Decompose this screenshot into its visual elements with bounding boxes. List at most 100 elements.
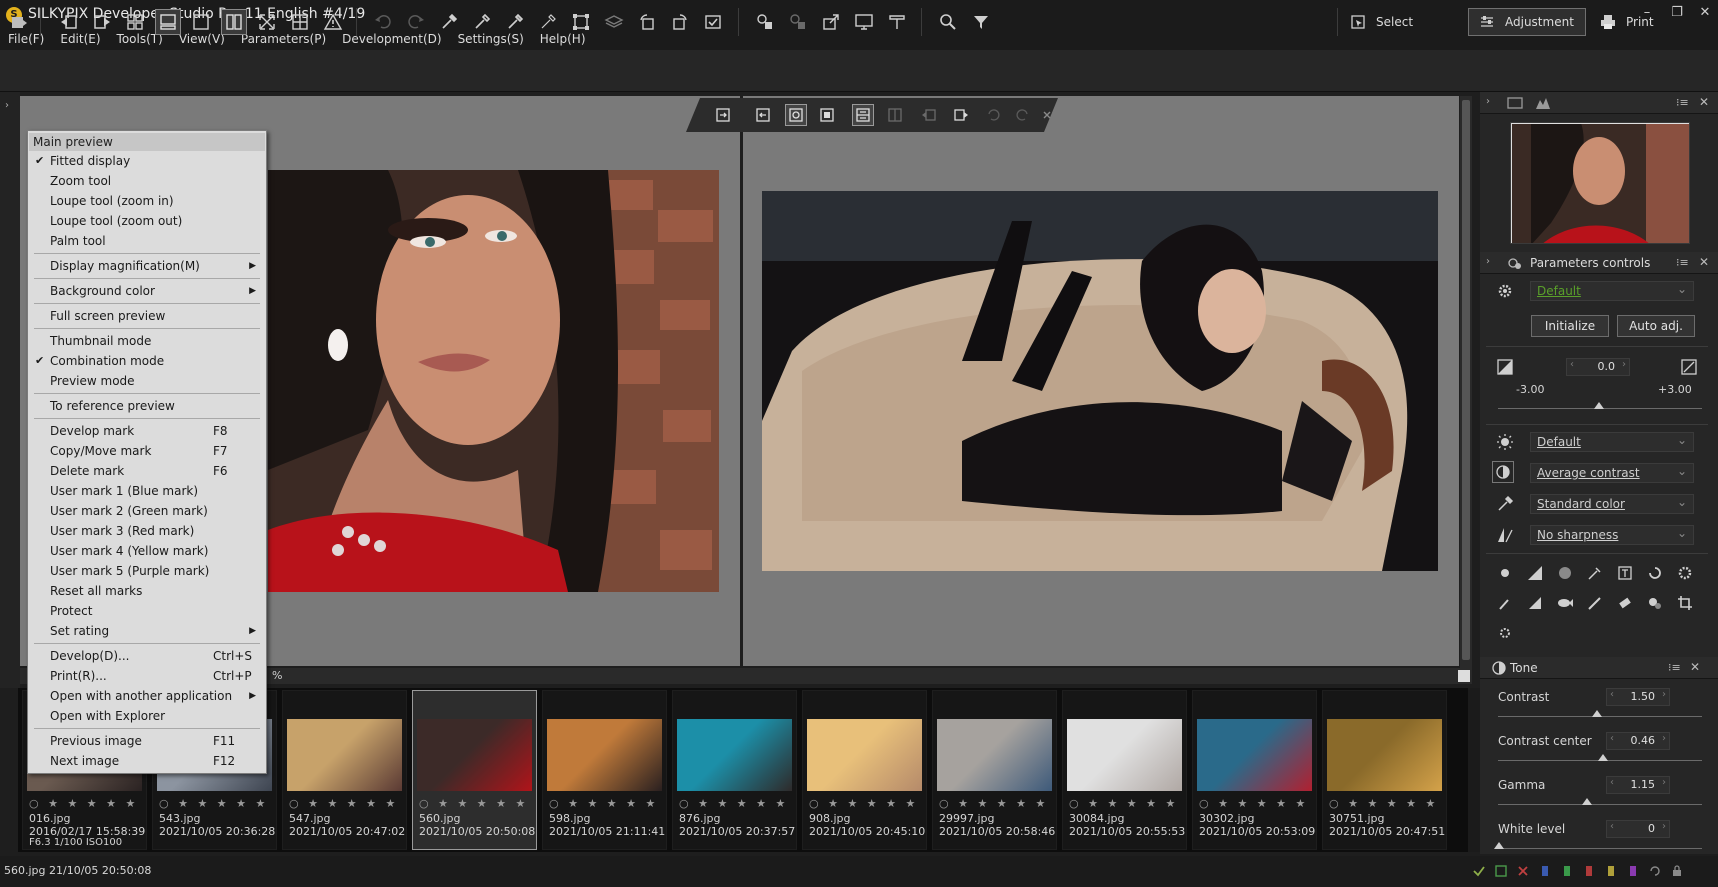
menu-item-combination-mode[interactable]: ✔ Combination mode: [30, 351, 264, 371]
gamma-slider-track[interactable]: [1498, 804, 1702, 805]
reference-preview-image[interactable]: [268, 170, 719, 592]
contrast-center-value[interactable]: 0.46: [1606, 732, 1670, 750]
color-tool-icon[interactable]: [1584, 562, 1606, 584]
menu-item-user-mark-2-green-mark[interactable]: User mark 2 (Green mark): [30, 501, 264, 521]
monitor-icon[interactable]: [851, 9, 877, 35]
gamma-value[interactable]: 1.15: [1606, 776, 1670, 794]
combination-mode-icon[interactable]: [155, 9, 181, 35]
preview-mode-icon[interactable]: [188, 9, 214, 35]
paste-parameters-icon[interactable]: [884, 9, 910, 35]
menu-item-background-color[interactable]: Background color ▶: [30, 281, 264, 301]
rating-stars[interactable]: ○ ★ ★ ★ ★ ★: [939, 797, 1048, 810]
rotate-right-icon[interactable]: [667, 9, 693, 35]
white-level-slider-track[interactable]: [1498, 848, 1702, 849]
navigator-menu-icon[interactable]: ⁝≡: [1676, 96, 1689, 109]
white-level-slider-knob[interactable]: [1494, 842, 1504, 849]
rating-stars[interactable]: ○ ★ ★ ★ ★ ★: [419, 797, 528, 810]
previous-image-icon[interactable]: [56, 9, 82, 35]
next-frame-icon[interactable]: [950, 104, 972, 126]
print-mode-button[interactable]: Print: [1590, 8, 1664, 36]
hdr-tool-icon[interactable]: [1554, 562, 1576, 584]
menu-item-open-with-explorer[interactable]: Open with Explorer: [30, 706, 264, 726]
develop-mark-icon[interactable]: [1472, 864, 1486, 878]
tone-close-icon[interactable]: ✕: [1690, 660, 1700, 674]
user-mark-purple-icon[interactable]: [1626, 864, 1640, 878]
menu-item-user-mark-5-purple-mark[interactable]: User mark 5 (Purple mark): [30, 561, 264, 581]
sharpen-tool-icon[interactable]: [1524, 592, 1546, 614]
next-image-icon[interactable]: [89, 9, 115, 35]
menu-item-copy-move-mark[interactable]: Copy/Move mark F7: [30, 441, 264, 461]
color-dropdown[interactable]: Standard color: [1530, 493, 1694, 514]
filmstrip-thumbnail[interactable]: ○ ★ ★ ★ ★ ★ 908.jpg 2021/10/05 20:45:10: [802, 690, 927, 850]
rotate-left-icon[interactable]: [634, 9, 660, 35]
contrast-center-slider-knob[interactable]: [1598, 754, 1608, 761]
rating-stars[interactable]: ○ ★ ★ ★ ★ ★: [1069, 797, 1178, 810]
initialize-button[interactable]: Initialize: [1531, 315, 1609, 337]
spot-removal-tool-icon[interactable]: [1644, 592, 1666, 614]
navigator-tab-icon[interactable]: [1504, 92, 1526, 114]
delete-mark-icon[interactable]: [1516, 864, 1530, 878]
close-preview-icon[interactable]: [1036, 104, 1058, 126]
white-balance-dropdown[interactable]: Default: [1530, 431, 1694, 452]
navigator-thumbnail[interactable]: [1510, 122, 1690, 244]
gear-icon[interactable]: [1494, 280, 1516, 302]
menu-item-to-reference-preview[interactable]: To reference preview: [30, 396, 264, 416]
contrast-center-increment-icon[interactable]: ›: [1662, 733, 1666, 744]
preview-undo-icon[interactable]: [982, 104, 1004, 126]
dropper-tool-icon[interactable]: [1494, 592, 1516, 614]
user-mark-red-icon[interactable]: [1582, 864, 1596, 878]
menu-item-develop-d[interactable]: Develop(D)... Ctrl+S: [30, 646, 264, 666]
resize-corner-icon[interactable]: [1458, 670, 1470, 682]
menu-item-thumbnail-mode[interactable]: Thumbnail mode: [30, 331, 264, 351]
menu-item-user-mark-1-blue-mark[interactable]: User mark 1 (Blue mark): [30, 481, 264, 501]
settings-tool-icon[interactable]: [1674, 562, 1696, 584]
sharpness-dropdown[interactable]: No sharpness: [1530, 524, 1694, 545]
gamma-decrement-icon[interactable]: ‹: [1610, 777, 1614, 788]
exposure-decrement-icon[interactable]: ‹: [1570, 359, 1574, 370]
navigator-collapse-icon[interactable]: ›: [1486, 96, 1490, 107]
fish-eye-tool-icon[interactable]: [1554, 592, 1576, 614]
rotate-tool-icon[interactable]: [1644, 562, 1666, 584]
menu-item-user-mark-3-red-mark[interactable]: User mark 3 (Red mark): [30, 521, 264, 541]
menu-item-full-screen-preview[interactable]: Full screen preview: [30, 306, 264, 326]
adjust-tool-icon[interactable]: [1494, 622, 1516, 644]
rating-stars[interactable]: ○ ★ ★ ★ ★ ★: [29, 797, 138, 810]
crop-icon[interactable]: [568, 9, 594, 35]
parameters-collapse-icon[interactable]: ›: [1486, 256, 1490, 267]
exposure-increment-icon[interactable]: ›: [1622, 359, 1626, 370]
menu-item-set-rating[interactable]: Set rating ▶: [30, 621, 264, 641]
auto-adjust-button[interactable]: Auto adj.: [1617, 315, 1695, 337]
menu-item-loupe-tool-zoom-in[interactable]: Loupe tool (zoom in): [30, 191, 264, 211]
menu-item-preview-mode[interactable]: Preview mode: [30, 371, 264, 391]
filmstrip-thumbnail[interactable]: ○ ★ ★ ★ ★ ★ 598.jpg 2021/10/05 21:11:41: [542, 690, 667, 850]
gamma-increment-icon[interactable]: ›: [1662, 777, 1666, 788]
exposure-slider-knob[interactable]: [1594, 402, 1604, 409]
filter-icon[interactable]: [968, 9, 994, 35]
contrast-decrement-icon[interactable]: ‹: [1610, 689, 1614, 700]
gamma-slider-knob[interactable]: [1582, 798, 1592, 805]
full-screen-icon[interactable]: [254, 9, 280, 35]
fit-display-icon[interactable]: [816, 104, 838, 126]
contrast-increment-icon[interactable]: ›: [1662, 689, 1666, 700]
filmstrip-thumbnail[interactable]: ○ ★ ★ ★ ★ ★ 560.jpg 2021/10/05 20:50:08: [412, 690, 537, 850]
grid-overlay-icon[interactable]: [884, 104, 906, 126]
white-balance-pipette-icon[interactable]: [469, 9, 495, 35]
menu-item-user-mark-4-yellow-mark[interactable]: User mark 4 (Yellow mark): [30, 541, 264, 561]
reset-marks-icon[interactable]: [1648, 864, 1662, 878]
develop-icon[interactable]: [752, 9, 778, 35]
menu-item-zoom-tool[interactable]: Zoom tool: [30, 171, 264, 191]
histogram-tab-icon[interactable]: [1532, 92, 1554, 114]
user-mark-green-icon[interactable]: [1560, 864, 1574, 878]
menu-item-develop-mark[interactable]: Develop mark F8: [30, 421, 264, 441]
grid-icon[interactable]: [287, 9, 313, 35]
contrast-center-decrement-icon[interactable]: ‹: [1610, 733, 1614, 744]
swap-preview-icon[interactable]: [752, 104, 774, 126]
preview-scrollbar-thumb[interactable]: [1462, 100, 1470, 660]
rating-stars[interactable]: ○ ★ ★ ★ ★ ★: [159, 797, 268, 810]
menu-item-next-image[interactable]: Next image F12: [30, 751, 264, 771]
parameters-close-icon[interactable]: ✕: [1699, 255, 1709, 269]
contrast-slider-knob[interactable]: [1592, 710, 1602, 717]
batch-develop-icon[interactable]: [785, 9, 811, 35]
rating-stars[interactable]: ○ ★ ★ ★ ★ ★: [289, 797, 398, 810]
lock-icon[interactable]: [1670, 864, 1684, 878]
